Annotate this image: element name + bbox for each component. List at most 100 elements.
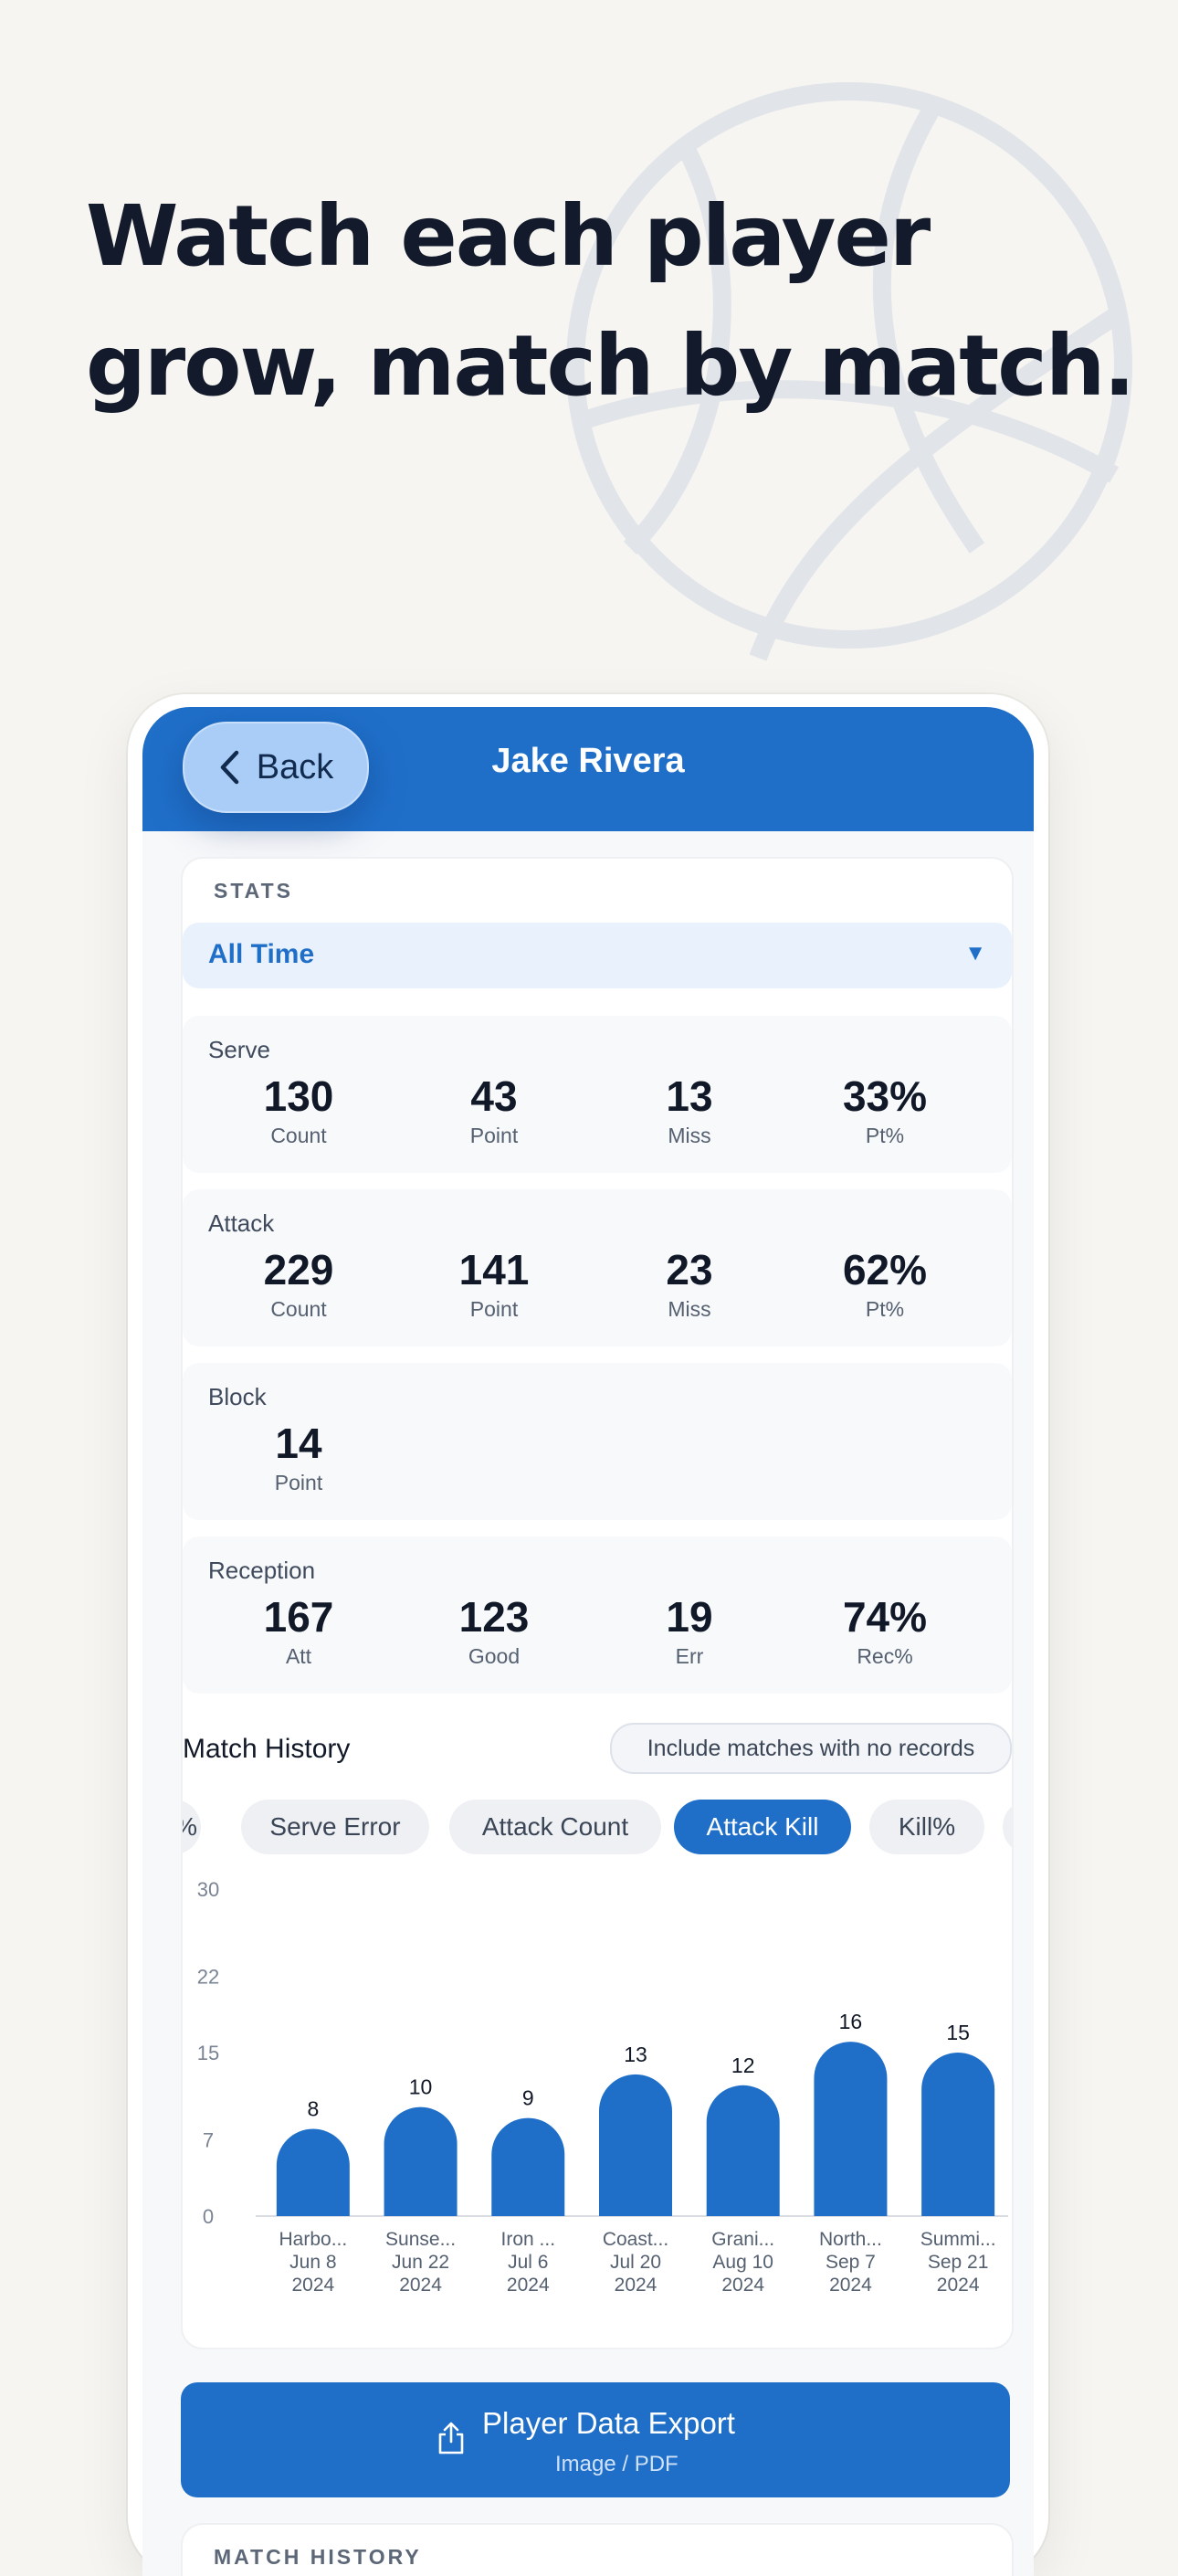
stat-block-title: Attack bbox=[208, 1209, 275, 1237]
bar bbox=[276, 2128, 350, 2216]
stat-label: Miss bbox=[668, 1124, 711, 1147]
stat-label: Pt% bbox=[865, 1124, 905, 1147]
stat-label: Att bbox=[285, 1644, 312, 1668]
x-tick-label: Sunse... bbox=[385, 2229, 456, 2250]
match-history-card: MATCH HISTORY bbox=[181, 2523, 1014, 2576]
metric-chip[interactable]: Serve Error bbox=[241, 1800, 429, 1854]
x-tick-label: Sep 21 bbox=[928, 2252, 989, 2273]
stat-label: Good bbox=[468, 1644, 521, 1668]
headline: Watch each player grow, match by match. bbox=[86, 172, 1136, 431]
y-tick-label: 7 bbox=[203, 2128, 214, 2151]
stat-value: 167 bbox=[263, 1593, 334, 1641]
stat-value: 130 bbox=[263, 1072, 334, 1120]
stat-value: 13 bbox=[666, 1072, 713, 1120]
bar bbox=[814, 2042, 888, 2216]
metric-chip[interactable]: Kill% bbox=[869, 1800, 984, 1854]
y-tick-label: 15 bbox=[197, 2042, 219, 2064]
x-tick-label: Aug 10 bbox=[712, 2252, 773, 2273]
headline-line-2: grow, match by match. bbox=[86, 317, 1135, 415]
stat-block-title: Block bbox=[208, 1383, 267, 1410]
phone-frame: Back Jake Rivera STATS All Time ▼ Serve … bbox=[128, 694, 1048, 2576]
bar bbox=[491, 2117, 565, 2216]
serve-stats: Serve 130 Count 43 Point 13 Miss 33% Pt% bbox=[183, 1016, 1012, 1173]
block-stats: Block 14 Point bbox=[183, 1363, 1012, 1520]
nav-bar: Back Jake Rivera bbox=[142, 707, 1034, 831]
stat-label: Miss bbox=[668, 1297, 711, 1321]
y-tick-label: 22 bbox=[197, 1965, 219, 1988]
bar bbox=[706, 2085, 780, 2216]
stat-label: Count bbox=[270, 1124, 327, 1147]
stat-label: Err bbox=[675, 1644, 704, 1668]
y-tick-label: 30 bbox=[197, 1878, 219, 1901]
x-tick-label: Jun 8 bbox=[289, 2252, 336, 2273]
stat-label: Point bbox=[469, 1124, 519, 1147]
x-tick-label: Jul 6 bbox=[508, 2252, 548, 2273]
x-tick-label: Jul 20 bbox=[610, 2252, 661, 2273]
stat-label: Point bbox=[274, 1471, 323, 1494]
x-tick-label: North... bbox=[819, 2229, 882, 2250]
x-tick-label: Sep 7 bbox=[826, 2252, 876, 2273]
export-sublabel: Image / PDF bbox=[555, 2452, 678, 2476]
attack-kill-bar-chart: 071522308Harbo...Jun 8202410Sunse...Jun … bbox=[197, 1878, 1008, 2296]
stat-label: Point bbox=[469, 1297, 519, 1321]
bar-value-label: 13 bbox=[624, 2043, 647, 2066]
stat-value: 19 bbox=[666, 1593, 713, 1641]
triangle-down-icon: ▼ bbox=[964, 941, 986, 966]
bar bbox=[921, 2053, 995, 2216]
x-tick-label: 2024 bbox=[721, 2275, 764, 2296]
x-tick-label: Jun 22 bbox=[392, 2252, 449, 2273]
bar-value-label: 16 bbox=[839, 2010, 863, 2033]
stat-value: 123 bbox=[458, 1593, 530, 1641]
share-icon bbox=[438, 2422, 464, 2455]
y-tick-label: 0 bbox=[203, 2205, 214, 2228]
player-name-title: Jake Rivera bbox=[491, 742, 685, 780]
stat-value: 141 bbox=[458, 1246, 530, 1293]
bar-value-label: 15 bbox=[946, 2021, 970, 2044]
metric-chip[interactable]: Attack Count bbox=[449, 1800, 661, 1854]
bar-value-label: 12 bbox=[731, 2053, 755, 2077]
period-select-value: All Time bbox=[208, 939, 315, 969]
stat-value: 43 bbox=[470, 1072, 518, 1120]
x-tick-label: 2024 bbox=[291, 2275, 334, 2296]
stat-value: 62% bbox=[842, 1246, 928, 1293]
metric-chip[interactable]: % bbox=[183, 1800, 201, 1854]
export-label: Player Data Export bbox=[482, 2406, 735, 2440]
bar bbox=[384, 2106, 458, 2216]
include-no-record-toggle[interactable]: Include matches with no records bbox=[610, 1723, 1012, 1774]
x-tick-label: 2024 bbox=[937, 2275, 980, 2296]
stat-label: Pt% bbox=[865, 1297, 905, 1321]
x-tick-label: Harbo... bbox=[279, 2229, 348, 2250]
stat-value: 14 bbox=[275, 1420, 322, 1467]
x-tick-label: Summi... bbox=[920, 2229, 996, 2250]
stats-section-label: STATS bbox=[214, 879, 293, 903]
stats-card: STATS All Time ▼ Serve 130 Count 43 Point … bbox=[181, 857, 1014, 2349]
app-screen: Back Jake Rivera STATS All Time ▼ Serve … bbox=[142, 707, 1034, 2576]
metric-chip-row[interactable]: % Serve Error Attack Count Attack Kill K… bbox=[183, 1800, 1012, 1856]
x-tick-label: 2024 bbox=[615, 2275, 657, 2296]
stat-label: Count bbox=[270, 1297, 327, 1321]
reception-stats: Reception 167 Att 123 Good 19 Err 74% Rec% bbox=[183, 1536, 1012, 1694]
bar bbox=[599, 2074, 672, 2216]
stat-value: 229 bbox=[263, 1246, 334, 1293]
headline-line-1: Watch each player bbox=[86, 187, 931, 285]
x-tick-label: Coast... bbox=[603, 2229, 668, 2250]
stat-block-title: Serve bbox=[208, 1036, 270, 1063]
bar-value-label: 8 bbox=[307, 2097, 319, 2121]
x-tick-label: 2024 bbox=[829, 2275, 872, 2296]
x-tick-label: Grani... bbox=[711, 2229, 774, 2250]
bar-value-label: 10 bbox=[409, 2075, 433, 2099]
stat-value: 74% bbox=[842, 1593, 928, 1641]
period-select[interactable]: All Time ▼ bbox=[183, 923, 1012, 988]
match-history-section-label: MATCH HISTORY bbox=[214, 2545, 422, 2569]
match-history-title: Match History bbox=[183, 1734, 351, 1764]
x-tick-label: 2024 bbox=[399, 2275, 442, 2296]
x-tick-label: Iron ... bbox=[501, 2229, 556, 2250]
stat-label: Rec% bbox=[857, 1644, 913, 1668]
metric-chip-partial[interactable] bbox=[1003, 1800, 1012, 1854]
stat-value: 23 bbox=[666, 1246, 713, 1293]
stat-block-title: Reception bbox=[208, 1557, 316, 1584]
metric-chip-active[interactable]: Attack Kill bbox=[674, 1800, 851, 1854]
x-tick-label: 2024 bbox=[507, 2275, 550, 2296]
player-data-export-button[interactable]: Player Data Export Image / PDF bbox=[181, 2382, 1010, 2497]
stat-value: 33% bbox=[842, 1072, 928, 1120]
